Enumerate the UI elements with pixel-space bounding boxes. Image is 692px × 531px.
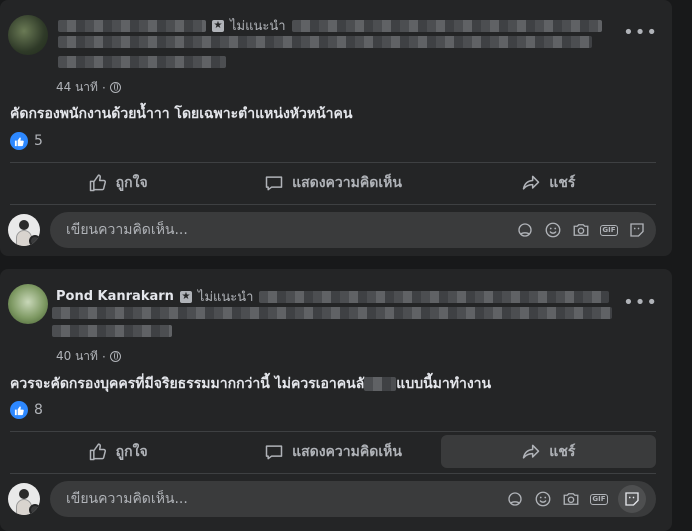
comment-icon [265, 444, 283, 459]
redacted-text [259, 290, 610, 303]
share-icon [523, 175, 540, 190]
post-header: ★ ไม่แนะนำ [58, 15, 602, 36]
thumbs-up-icon [89, 174, 106, 192]
comment-label: แสดงความคิดเห็น [292, 443, 402, 460]
comment-composer: GIF [8, 481, 656, 517]
post-text: คัดกรองพนักงานด้วยน้ำาา โดยเฉพาะตำแหน่งห… [10, 106, 353, 122]
comment-label: แสดงความคิดเห็น [292, 175, 402, 191]
post-card: ★ ไม่แนะนำ 44 นาที · ••• คัดกรองพนักงานด… [0, 0, 672, 256]
camera-icon[interactable] [562, 490, 580, 508]
like-button[interactable]: ถูกใจ [10, 435, 225, 468]
redacted-text [52, 325, 172, 337]
divider [10, 431, 656, 432]
author-avatar[interactable] [8, 284, 48, 324]
more-icon[interactable]: ••• [623, 292, 658, 313]
post-header-line2 [52, 307, 612, 319]
comment-composer: GIF [8, 212, 656, 248]
comment-box[interactable]: GIF [50, 481, 656, 517]
recommend-label: ไม่แนะนำ [197, 290, 254, 305]
author-name[interactable]: Pond Kanrakarn [56, 289, 174, 304]
separator-dot: · [101, 349, 106, 364]
share-icon [523, 444, 540, 459]
globe-icon [109, 351, 121, 362]
post-meta: 40 นาที · [56, 347, 121, 366]
redacted-text [58, 56, 226, 68]
like-label: ถูกใจ [115, 443, 148, 460]
avatar-sticker-icon[interactable] [506, 490, 524, 508]
post-header: Pond Kanrakarn ★ ไม่แนะนำ [56, 286, 610, 307]
post-text-part: แบบนี้มาทำงาน [396, 376, 492, 392]
post-time[interactable]: 44 นาที [56, 78, 98, 97]
share-button[interactable]: แชร์ [441, 165, 656, 201]
post-meta: 44 นาที · [56, 78, 121, 97]
sticker-icon[interactable] [618, 485, 646, 513]
comment-box[interactable]: GIF [50, 212, 656, 248]
post-time[interactable]: 40 นาที [56, 347, 98, 366]
post-header-line3 [52, 325, 172, 337]
avatar-sticker-icon[interactable] [516, 221, 534, 239]
globe-icon [109, 82, 121, 93]
comment-input[interactable] [64, 490, 506, 508]
gif-icon[interactable]: GIF [600, 221, 618, 239]
author-avatar[interactable] [8, 15, 48, 55]
post-text: ควรจะคัดกรองบุคครที่มีจริยธรรมมากกว่านี้… [10, 373, 491, 395]
share-label: แชร์ [549, 443, 576, 460]
reaction-summary[interactable]: 5 [10, 132, 43, 150]
comment-input[interactable] [64, 221, 516, 239]
redacted-text [364, 377, 397, 391]
comment-icon [265, 176, 283, 191]
star-badge-icon: ★ [179, 290, 192, 303]
more-icon[interactable]: ••• [623, 22, 658, 43]
reaction-summary[interactable]: 8 [10, 401, 43, 419]
like-reaction-icon [10, 132, 28, 150]
thumbs-up-icon [89, 442, 106, 460]
separator-dot: · [101, 80, 106, 95]
share-button[interactable]: แชร์ [440, 435, 656, 468]
redacted-text [291, 19, 602, 32]
divider [10, 473, 656, 474]
camera-icon[interactable] [572, 221, 590, 239]
avatar[interactable] [8, 483, 40, 515]
post-card: Pond Kanrakarn ★ ไม่แนะนำ 40 นาที · ••• … [0, 269, 672, 531]
emoji-icon[interactable] [544, 221, 562, 239]
like-label: ถูกใจ [115, 175, 148, 191]
gif-icon[interactable]: GIF [590, 490, 608, 508]
post-text-part: ควรจะคัดกรองบุคครที่มีจริยธรรมมากกว่านี้… [10, 376, 365, 392]
redacted-text [58, 36, 592, 48]
author-name-redacted[interactable] [58, 19, 206, 32]
comment-button[interactable]: แสดงความคิดเห็น [225, 165, 440, 201]
divider [10, 162, 656, 163]
comment-button[interactable]: แสดงความคิดเห็น [225, 435, 440, 468]
divider [10, 204, 656, 205]
sticker-icon[interactable] [628, 221, 646, 239]
like-count: 8 [34, 402, 43, 418]
emoji-icon[interactable] [534, 490, 552, 508]
like-reaction-icon [10, 401, 28, 419]
post-actions: ถูกใจ แสดงความคิดเห็น แชร์ [10, 165, 656, 201]
like-count: 5 [34, 133, 43, 149]
star-badge-icon: ★ [212, 19, 224, 32]
share-label: แชร์ [549, 175, 576, 191]
post-actions: ถูกใจ แสดงความคิดเห็น แชร์ [10, 435, 656, 468]
post-header-line3 [58, 56, 226, 68]
recommend-label: ไม่แนะนำ [230, 19, 286, 34]
redacted-text [52, 307, 612, 319]
like-button[interactable]: ถูกใจ [10, 165, 225, 201]
post-header-line2 [58, 36, 592, 48]
avatar[interactable] [8, 214, 40, 246]
